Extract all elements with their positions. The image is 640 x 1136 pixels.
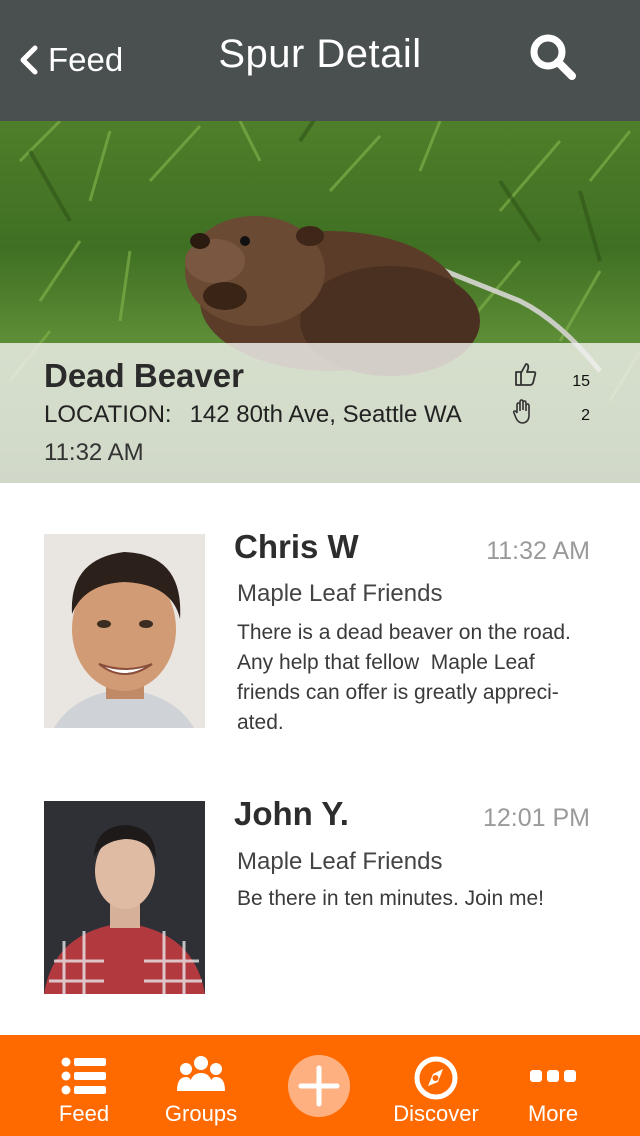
avatar-john-y[interactable]: [44, 801, 205, 994]
add-spur-button[interactable]: [288, 1055, 350, 1117]
location-value: 142 80th Ave, Seattle WA: [189, 401, 462, 428]
tab-feed[interactable]: Feed: [29, 1035, 139, 1136]
comment-group[interactable]: Maple Leaf Friends: [237, 848, 442, 876]
comment-text-line: friends can offer is greatly appreci-: [237, 681, 559, 704]
list-icon: [61, 1057, 106, 1095]
commenter-name[interactable]: Chris W: [234, 528, 359, 566]
tab-groups-label: Groups: [164, 1101, 238, 1126]
more-icon: [530, 1070, 576, 1082]
comment-text-line: ated.: [237, 711, 284, 734]
spur-time: 11:32 AM: [44, 439, 144, 466]
search-icon[interactable]: [528, 32, 578, 82]
comment-text-line: There is a dead beaver on the road.: [237, 621, 571, 644]
plus-icon: [298, 1065, 340, 1107]
top-navigation-bar: Feed Spur Detail: [0, 0, 640, 121]
bottom-tab-bar: Feed Groups Discover More: [0, 1035, 640, 1136]
group-icon: [177, 1056, 225, 1091]
raised-hand-icon[interactable]: [511, 399, 535, 425]
comment-time: 11:32 AM: [486, 537, 590, 565]
location-label: LOCATION:: [44, 401, 172, 428]
spur-title: Dead Beaver: [44, 357, 244, 394]
compass-icon: [414, 1056, 458, 1100]
avatar-chris-w[interactable]: [44, 534, 205, 728]
spur-info-panel: Dead Beaver LOCATION: 142 80th Ave, Seatt…: [0, 343, 640, 483]
comment-text: There is a dead beaver on the road. Any …: [237, 618, 597, 738]
thumbs-up-icon[interactable]: [513, 361, 537, 387]
tab-feed-label: Feed: [58, 1101, 110, 1126]
comment-time: 12:01 PM: [482, 804, 590, 832]
spur-photo: Dead Beaver LOCATION: 142 80th Ave, Seatt…: [0, 121, 640, 483]
tab-groups[interactable]: Groups: [146, 1035, 256, 1136]
tab-discover[interactable]: Discover: [381, 1035, 491, 1136]
comment-text-line: Any help that fellow Maple Leaf: [237, 651, 535, 674]
spur-location: LOCATION: 142 80th Ave, Seattle WA: [44, 401, 462, 429]
tab-more[interactable]: More: [498, 1035, 608, 1136]
tab-discover-label: Discover: [393, 1101, 479, 1126]
comment-group[interactable]: Maple Leaf Friends: [237, 580, 442, 608]
comment-text-line: Be there in ten minutes. Join me!: [237, 887, 544, 910]
likes-count: 15: [572, 373, 590, 390]
comment-text: Be there in ten minutes. Join me!: [237, 884, 597, 914]
hands-count: 2: [581, 407, 590, 424]
commenter-name[interactable]: John Y.: [234, 795, 349, 833]
tab-more-label: More: [527, 1101, 579, 1126]
